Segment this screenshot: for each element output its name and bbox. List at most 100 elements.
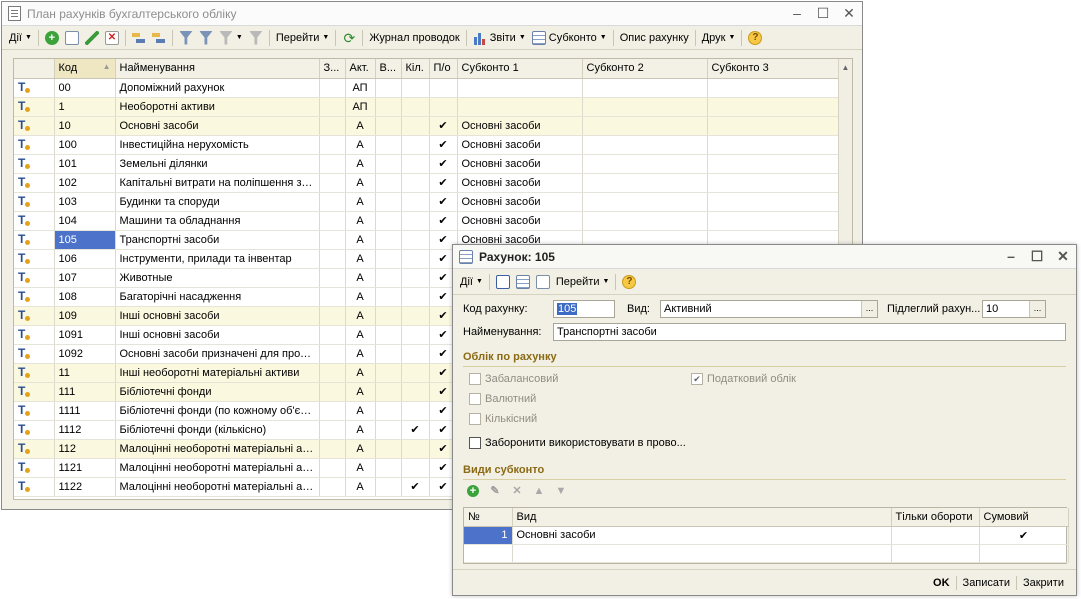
subconto-move-up-icon[interactable]: ▲: [533, 485, 545, 497]
cell-z[interactable]: [319, 116, 346, 136]
cell-z[interactable]: [319, 477, 346, 497]
cell-po[interactable]: ✔: [429, 192, 458, 212]
cell-code[interactable]: 112: [54, 439, 116, 459]
sub-col-turnover[interactable]: Тільки обороти: [891, 508, 980, 527]
sub-kind[interactable]: Основні засоби: [512, 526, 892, 545]
cell-name[interactable]: Транспортні засоби: [115, 230, 320, 250]
cell-name[interactable]: Бібліотечні фонди (кількісно): [115, 420, 320, 440]
col-subconto3[interactable]: Субконто 3: [707, 59, 841, 79]
cell-z[interactable]: [319, 78, 346, 98]
cell-z[interactable]: [319, 401, 346, 421]
cell-akt[interactable]: А: [345, 154, 376, 174]
cell-akt[interactable]: А: [345, 135, 376, 155]
cell-subconto2[interactable]: [582, 116, 708, 136]
cell-akt[interactable]: А: [345, 458, 376, 478]
cell-v[interactable]: [375, 382, 402, 402]
cell-name[interactable]: Бібліотечні фонди: [115, 382, 320, 402]
cell-code[interactable]: 103: [54, 192, 116, 212]
reread-button[interactable]: [513, 272, 533, 292]
cell-code[interactable]: 105: [54, 230, 116, 250]
cell-kil[interactable]: [401, 401, 430, 421]
cell-kil[interactable]: [401, 344, 430, 364]
cell-akt[interactable]: АП: [345, 78, 376, 98]
row-account-icon[interactable]: T: [14, 287, 55, 307]
col-name[interactable]: Найменування: [115, 59, 320, 79]
subconto-add-icon[interactable]: +: [467, 485, 479, 497]
cell-z[interactable]: [319, 192, 346, 212]
journal-button[interactable]: Журнал проводок: [366, 28, 462, 48]
cell-subconto3[interactable]: [707, 154, 841, 174]
cell-v[interactable]: [375, 306, 402, 326]
cell-kil[interactable]: [401, 363, 430, 383]
subconto-move-down-icon[interactable]: ▼: [555, 485, 567, 497]
cell-akt[interactable]: А: [345, 192, 376, 212]
cell-kil[interactable]: [401, 78, 430, 98]
table-row[interactable]: T 102 Капітальні витрати на поліпшення зе.…: [14, 173, 841, 193]
cell-z[interactable]: [319, 97, 346, 117]
cell-akt[interactable]: А: [345, 477, 376, 497]
row-account-icon[interactable]: T: [14, 382, 55, 402]
save-button[interactable]: Записати: [957, 577, 1016, 589]
quantity-checkbox[interactable]: Кількісний: [469, 413, 537, 425]
cell-v[interactable]: [375, 363, 402, 383]
close-button[interactable]: ✕: [836, 5, 862, 22]
cell-akt[interactable]: А: [345, 382, 376, 402]
dialog-minimize-button[interactable]: –: [998, 248, 1024, 265]
cell-z[interactable]: [319, 211, 346, 231]
cell-name[interactable]: Малоцінні необоротні матеріальні акт...: [115, 477, 320, 497]
cell-po[interactable]: ✔: [429, 211, 458, 231]
col-code[interactable]: Код ▲: [54, 59, 116, 79]
cell-subconto2[interactable]: [582, 97, 708, 117]
row-account-icon[interactable]: T: [14, 230, 55, 250]
col-subconto2[interactable]: Субконто 2: [582, 59, 708, 79]
table-row[interactable]: T 1 Необоротні активи АП: [14, 97, 841, 117]
row-account-icon[interactable]: T: [14, 420, 55, 440]
minimize-button[interactable]: –: [784, 5, 810, 22]
cell-z[interactable]: [319, 325, 346, 345]
cell-code[interactable]: 11: [54, 363, 116, 383]
hierarchy-button[interactable]: [129, 28, 149, 48]
cell-akt[interactable]: А: [345, 439, 376, 459]
col-z[interactable]: З...: [319, 59, 346, 79]
table-row[interactable]: T 103 Будинки та споруди А ✔ Основні засоби: [14, 192, 841, 212]
row-account-icon[interactable]: T: [14, 363, 55, 383]
dialog-goto-menu[interactable]: Перейти ▼: [553, 272, 613, 292]
cell-v[interactable]: [375, 230, 402, 250]
cell-v[interactable]: [375, 249, 402, 269]
cell-name[interactable]: Інші основні засоби: [115, 306, 320, 326]
cell-subconto3[interactable]: [707, 135, 841, 155]
cell-akt[interactable]: А: [345, 268, 376, 288]
cell-z[interactable]: [319, 382, 346, 402]
cell-code[interactable]: 1122: [54, 477, 116, 497]
cell-subconto3[interactable]: [707, 78, 841, 98]
cell-kil[interactable]: [401, 439, 430, 459]
sub-col-kind[interactable]: Вид: [512, 508, 892, 527]
row-account-icon[interactable]: T: [14, 458, 55, 478]
row-account-icon[interactable]: T: [14, 154, 55, 174]
cell-akt[interactable]: А: [345, 420, 376, 440]
code-field[interactable]: 105: [553, 300, 615, 318]
delete-button[interactable]: ✕: [102, 28, 122, 48]
cell-subconto1[interactable]: Основні засоби: [457, 211, 583, 231]
tax-accounting-checkbox[interactable]: ✔ Податковий облік: [691, 373, 796, 385]
row-account-icon[interactable]: T: [14, 325, 55, 345]
cell-name[interactable]: Животные: [115, 268, 320, 288]
cell-subconto1[interactable]: [457, 78, 583, 98]
cell-z[interactable]: [319, 420, 346, 440]
cell-subconto3[interactable]: [707, 116, 841, 136]
ok-button[interactable]: OK: [927, 577, 956, 589]
type-select-button[interactable]: ...: [861, 301, 877, 317]
cell-name[interactable]: Капітальні витрати на поліпшення зе...: [115, 173, 320, 193]
cell-name[interactable]: Інші необоротні матеріальні активи: [115, 363, 320, 383]
cell-kil[interactable]: [401, 230, 430, 250]
cell-v[interactable]: [375, 439, 402, 459]
row-account-icon[interactable]: T: [14, 344, 55, 364]
sub-sum-check-icon[interactable]: ✔: [979, 526, 1069, 545]
subconto-edit-icon[interactable]: ✎: [489, 485, 501, 497]
cell-po[interactable]: [429, 78, 458, 98]
cell-name[interactable]: Допоміжний рахунок: [115, 78, 320, 98]
table-row[interactable]: T 100 Інвестиційна нерухомість А ✔ Основні за…: [14, 135, 841, 155]
cell-akt[interactable]: А: [345, 173, 376, 193]
cell-name[interactable]: Основні засоби: [115, 116, 320, 136]
cell-subconto1[interactable]: Основні засоби: [457, 116, 583, 136]
